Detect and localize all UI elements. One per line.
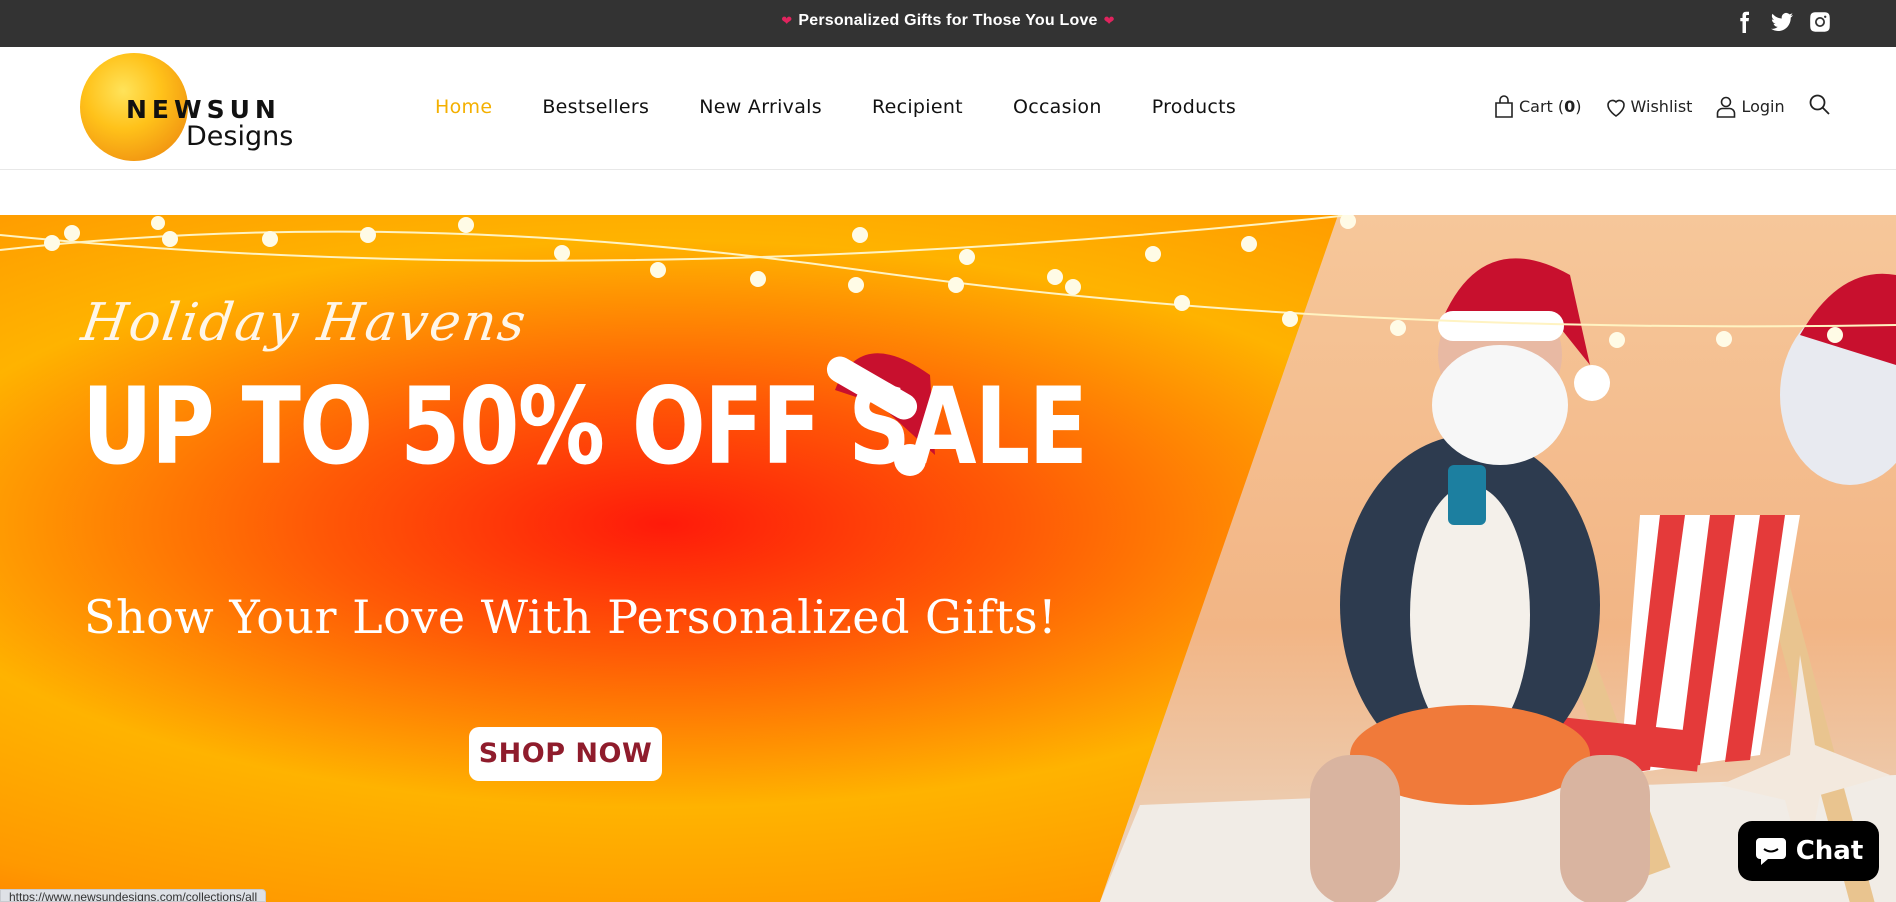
cart-count: 0	[1564, 97, 1576, 116]
login-label: Login	[1741, 97, 1785, 116]
shopping-bag-icon	[1495, 94, 1513, 118]
status-bar-url: https://www.newsundesigns.com/collection…	[0, 889, 267, 902]
nav-products[interactable]: Products	[1152, 96, 1236, 118]
search-button[interactable]	[1807, 92, 1831, 121]
site-logo[interactable]: NEWSUN Designs	[80, 53, 310, 163]
twitter-icon[interactable]	[1770, 10, 1794, 34]
announcement-bar: ❤ Personalized Gifts for Those You Love ❤	[0, 0, 1896, 47]
hero-banner[interactable]: Holiday Havens UP TO 50% OFF SALE Show Y…	[0, 215, 1896, 902]
site-header: NEWSUN Designs Home Bestsellers New Arri…	[0, 47, 1896, 170]
search-icon	[1809, 94, 1830, 115]
header-tools: Cart (0) Wishlist Login	[1492, 92, 1831, 121]
cart-label: Cart (	[1519, 97, 1565, 116]
logo-wordmark: NEWSUN	[126, 95, 281, 124]
shop-now-button[interactable]: SHOP NOW	[469, 727, 662, 781]
heart-icon: ❤	[1103, 13, 1115, 28]
nav-occasion[interactable]: Occasion	[1013, 96, 1102, 118]
announcement-message: ❤ Personalized Gifts for Those You Love ❤	[0, 12, 1896, 30]
hero-subline: Show Your Love With Personalized Gifts!	[84, 590, 1058, 644]
heart-outline-icon	[1606, 99, 1625, 117]
main-nav: Home Bestsellers New Arrivals Recipient …	[435, 96, 1286, 118]
wishlist-label: Wishlist	[1630, 97, 1693, 116]
chat-label: Chat	[1795, 836, 1864, 866]
heart-icon: ❤	[781, 13, 793, 28]
login-button[interactable]: Login	[1714, 95, 1785, 119]
user-icon	[1717, 96, 1736, 118]
nav-recipient[interactable]: Recipient	[872, 96, 963, 118]
nav-bestsellers[interactable]: Bestsellers	[542, 96, 649, 118]
cart-label-close: )	[1575, 97, 1582, 116]
chat-button[interactable]: Chat	[1738, 821, 1879, 881]
hero-headline: UP TO 50% OFF SALE	[82, 365, 1088, 488]
instagram-icon[interactable]	[1808, 10, 1832, 34]
cart-button[interactable]: Cart (0)	[1492, 94, 1582, 119]
nav-new-arrivals[interactable]: New Arrivals	[699, 96, 822, 118]
logo-subtitle: Designs	[186, 121, 294, 152]
hero-script-title: Holiday Havens	[77, 293, 532, 353]
nav-home[interactable]: Home	[435, 96, 492, 118]
wishlist-button[interactable]: Wishlist	[1604, 95, 1693, 119]
social-links	[1732, 10, 1832, 34]
announcement-text: Personalized Gifts for Those You Love	[798, 12, 1098, 29]
chat-bubble-icon	[1755, 838, 1786, 865]
facebook-icon[interactable]	[1732, 10, 1756, 34]
